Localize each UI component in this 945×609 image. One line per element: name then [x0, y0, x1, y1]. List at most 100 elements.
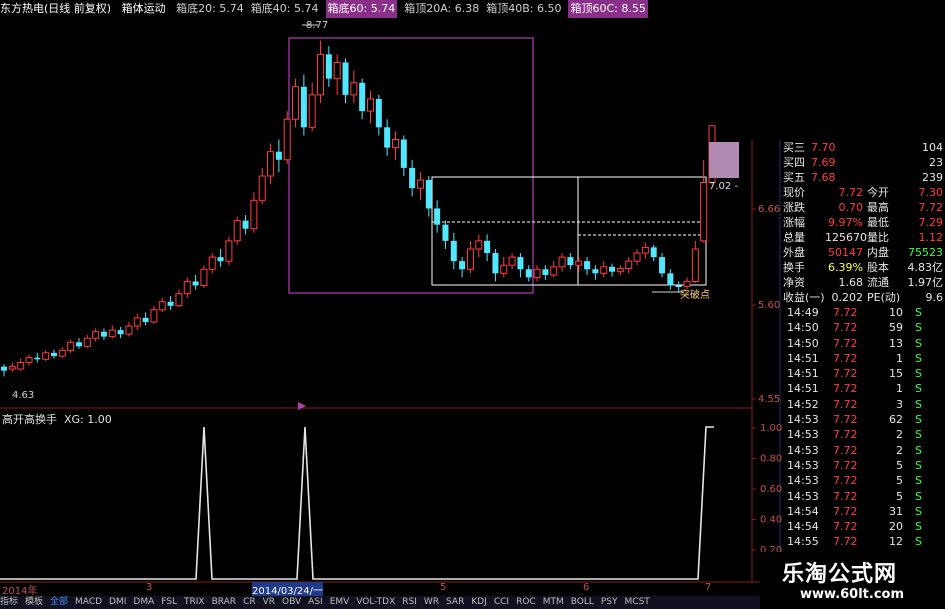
indicator-tab[interactable]: CCI	[494, 596, 509, 609]
order-book-row: 买五 7.68 239	[783, 171, 943, 184]
indicator-tab[interactable]: PSY	[601, 596, 618, 609]
indicator-tab[interactable]: MCST	[625, 596, 650, 609]
indicator-tab[interactable]: CR	[243, 596, 256, 609]
candle-down	[425, 180, 432, 209]
tick-list[interactable]: 14:49 7.72 10 S 14:50 7.72 59 S 14:50 7.72 13 S 14:5…	[781, 305, 945, 550]
indicator-value: XG: 1.00	[64, 413, 112, 426]
tick-row: 14:50 7.72 59 S	[787, 321, 922, 335]
indicator-tab[interactable]: OBV	[282, 596, 301, 609]
candle-up	[292, 86, 300, 120]
tick-row: 14:51 7.72 15 S	[787, 367, 922, 381]
candle-up	[700, 181, 708, 242]
x-axis-label: 6	[583, 582, 590, 593]
candle-up	[208, 256, 216, 270]
indicator-tab[interactable]: MACD	[75, 596, 102, 609]
indicator-tab[interactable]: ROC	[516, 596, 536, 609]
order-book: 买三 7.70 104 买四 7.69 23 买五 7.68 239	[781, 140, 945, 185]
indicator-tab[interactable]: FSL	[161, 596, 177, 609]
indicator-line	[0, 426, 714, 580]
order-book-row: 买四 7.69 23	[783, 156, 943, 169]
header-items: 箱底20: 5.74 箱底40: 5.74 箱底60: 5.74 箱顶20A: 6.3…	[176, 0, 655, 18]
indicator-tab[interactable]: 指标	[0, 596, 18, 609]
candle-up	[133, 317, 141, 327]
price-axis-label: 6.66	[758, 204, 780, 215]
price-axis-label: 4.55	[758, 394, 780, 405]
last-price-label: 7.02 -	[709, 181, 738, 192]
candle-down	[459, 261, 466, 270]
indicator-tab[interactable]: DMI	[109, 596, 126, 609]
indicator-tab[interactable]: TRIX	[184, 596, 205, 609]
stock-title: 东方热电(日线 前复权)	[0, 2, 112, 15]
indicator-tab-bar[interactable]: 指标 模板 全部 MACD DMI DMA FSL TRIX BRAR CR VR OBV ASI EMV…	[0, 596, 780, 609]
watermark-url: www.60lt.com	[800, 587, 905, 602]
indicator-tab[interactable]: 模板	[25, 596, 43, 609]
candle-down	[650, 247, 657, 258]
header-item: 箱顶60C: 8.55	[568, 0, 648, 18]
candle-down	[117, 330, 124, 335]
indicator-tab[interactable]: DMA	[133, 596, 154, 609]
candle-up	[466, 248, 474, 270]
candle-up	[308, 94, 316, 128]
candle-down	[592, 269, 599, 274]
stat-row: 净资 1.68 流通 1.97亿	[783, 276, 943, 289]
candle-up	[158, 301, 166, 311]
candle-down	[492, 253, 499, 274]
candle-down	[242, 220, 249, 229]
indicator-tab[interactable]: VR	[263, 596, 275, 609]
candle-down	[659, 257, 666, 274]
candle-down	[667, 273, 674, 286]
indicator-tab[interactable]: BOLL	[571, 596, 594, 609]
tick-row: 14:54 7.72 20 S	[787, 520, 922, 534]
tick-row: 14:53 7.72 5 S	[787, 474, 922, 488]
candle-down	[384, 127, 391, 148]
candle-down	[217, 257, 224, 262]
x-axis-label: 7	[705, 582, 712, 593]
stat-row: 涨跌 0.70 最高 7.72	[783, 201, 943, 214]
candle-up	[67, 341, 75, 351]
candle-up	[500, 264, 508, 274]
candle-down	[342, 62, 349, 95]
candle-up	[391, 139, 399, 149]
indicator-tab[interactable]: VOL-TDX	[356, 596, 395, 609]
indicator-tab[interactable]: MTM	[543, 596, 564, 609]
candle-up	[575, 260, 583, 266]
tick-row: 14:53 7.72 2 S	[787, 443, 922, 457]
candle-down	[142, 317, 149, 322]
candle-up	[150, 309, 158, 323]
candle-down	[1, 366, 7, 371]
candle-up	[558, 256, 566, 268]
header-item: 箱底60: 5.74	[325, 0, 398, 18]
indicator-tab[interactable]: ASI	[308, 596, 323, 609]
candle-up	[58, 349, 66, 357]
candle-down	[75, 342, 82, 347]
indicator-tab[interactable]: RSI	[402, 596, 417, 609]
candle-down	[359, 82, 366, 112]
candle-up	[83, 337, 91, 347]
chart-header: 东方热电(日线 前复权) 箱体运动 箱底20: 5.74 箱底40: 5.74 箱底…	[0, 0, 648, 18]
candle-up	[366, 98, 374, 112]
candle-up	[350, 82, 358, 96]
candle-down	[409, 167, 416, 189]
indicator-tab[interactable]: BRAR	[212, 596, 236, 609]
candle-down	[34, 357, 41, 360]
candle-up	[258, 175, 266, 201]
candle-up	[283, 118, 291, 161]
indicator-tab[interactable]: SAR	[446, 596, 464, 609]
candle-up	[108, 329, 116, 338]
candle-down	[300, 86, 307, 128]
candle-up	[633, 252, 641, 262]
x-axis-label: 2014/03/24/一	[252, 582, 324, 597]
candle-up	[92, 331, 100, 339]
stat-row: 总量 125670 量比 1.12	[783, 231, 943, 244]
x-axis-label: 5	[440, 582, 447, 593]
tick-row: 14:53 7.72 2 S	[787, 428, 922, 442]
indicator-axis-label: 1.00	[760, 423, 782, 434]
candle-up	[233, 220, 241, 242]
indicator-tab[interactable]: KDJ	[471, 596, 487, 609]
indicator-tab[interactable]: EMV	[330, 596, 350, 609]
candle-down	[275, 151, 282, 160]
indicator-tab[interactable]: WR	[424, 596, 439, 609]
tick-row: 14:53 7.72 62 S	[787, 413, 922, 427]
indicator-tab[interactable]: 全部	[50, 596, 68, 609]
candle-down	[100, 331, 107, 337]
